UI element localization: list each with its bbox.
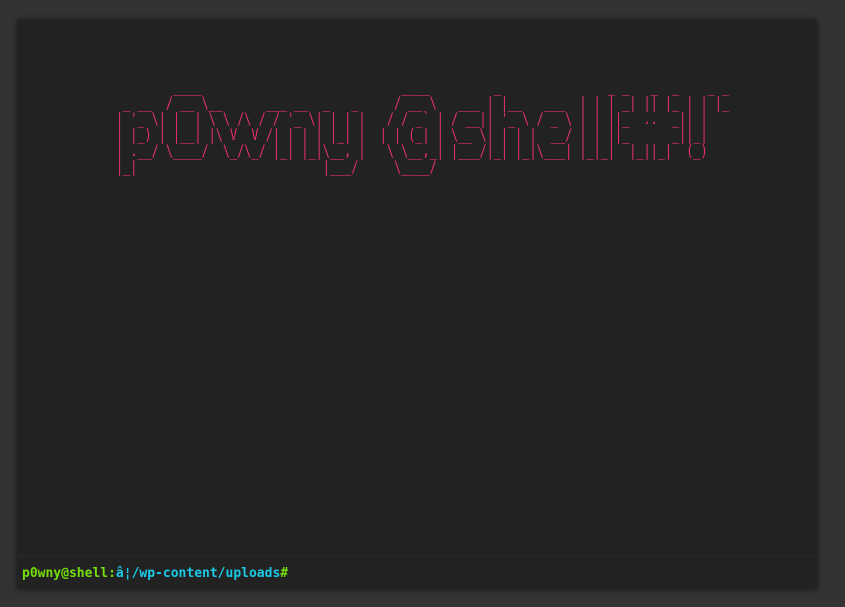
prompt-separator: :: [108, 565, 116, 581]
prompt-symbol: #: [280, 565, 289, 581]
ascii-banner: ____ ____ _ _ _ _ _ _ _ _ __ / __ \__ __…: [116, 77, 730, 176]
prompt-user-host: p0wny@shell: [22, 565, 109, 581]
command-input[interactable]: [292, 563, 817, 583]
shell-window: ____ ____ _ _ _ _ _ _ _ _ __ / __ \__ __…: [17, 20, 817, 589]
shell-output: ____ ____ _ _ _ _ _ _ _ _ __ / __ \__ __…: [17, 20, 817, 556]
prompt-cwd: â¦/wp-content/uploads: [115, 565, 281, 581]
prompt-bar: p0wny@shell: â¦/wp-content/uploads #: [17, 557, 817, 589]
